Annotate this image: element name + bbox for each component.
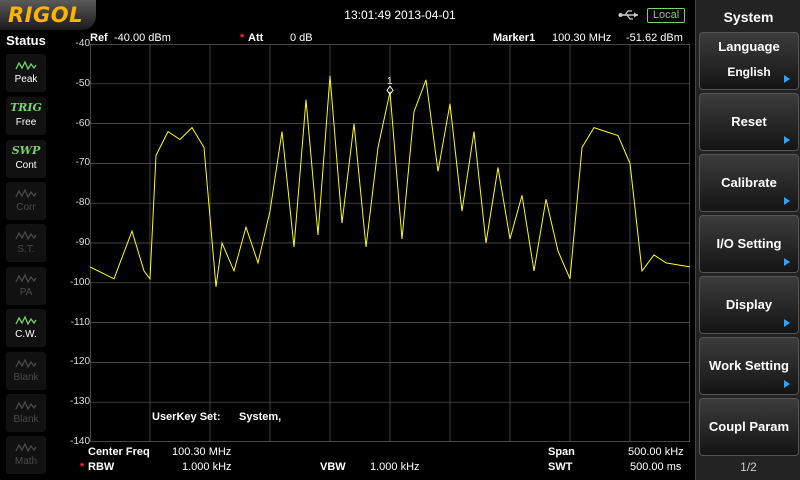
menu-key-label: I/O Setting [716, 236, 782, 251]
math-trace-icon [6, 436, 46, 456]
status-item: SWP Cont [6, 140, 46, 178]
menu-page-indicator[interactable]: 1/2 [696, 460, 800, 474]
datetime-display: 13:01:49 2013-04-01 [344, 8, 456, 22]
att-value[interactable]: 0 dB [290, 32, 313, 44]
sweep-icon: SWP [11, 144, 41, 157]
vbw-value[interactable]: 1.000 kHz [370, 461, 420, 473]
menu-key-coupl-param[interactable]: Coupl Param [699, 398, 799, 456]
swt-value[interactable]: 500.00 ms [630, 461, 681, 473]
y-tick-label: -130 [69, 396, 90, 408]
y-tick-label: -70 [75, 157, 90, 169]
clear-write-icon [6, 309, 46, 329]
blank-trace-icon [6, 352, 46, 372]
menu-key-i-o-setting[interactable]: I/O Setting [699, 215, 799, 273]
submenu-arrow-icon [784, 75, 790, 83]
correction-icon [6, 182, 46, 202]
marker-level: -51.62 dBm [626, 32, 683, 44]
status-item-label: Math [14, 456, 38, 467]
status-item-label: Corr [16, 202, 36, 213]
rbw-value[interactable]: 1.000 kHz [182, 461, 232, 473]
submenu-arrow-icon [784, 258, 790, 266]
menu-key-reset[interactable]: Reset [699, 93, 799, 151]
y-tick-label: -60 [75, 117, 90, 129]
status-item: Blank [6, 394, 46, 432]
display-footer: Center Freq 100.30 MHz Span 500.00 kHz *… [80, 444, 693, 478]
y-tick-label: -90 [75, 237, 90, 248]
status-item-label: Blank [13, 372, 39, 383]
rbw-coupled-marker: * [80, 461, 85, 473]
y-tick-label: -120 [69, 356, 90, 368]
marker-label: Marker1 [493, 32, 536, 44]
status-item: C.W. [6, 309, 46, 347]
trigger-icon: TRIG [10, 101, 42, 114]
userkey-label: UserKey Set: [152, 411, 220, 423]
userkey-value: System, [239, 411, 281, 423]
submenu-arrow-icon [784, 380, 790, 388]
status-panel: Status Peak TRIG Free SWP Cont Corr S.T. PA C.W.… [0, 30, 52, 480]
att-coupled-marker: * [240, 32, 245, 44]
status-item-label: C.W. [15, 329, 37, 340]
y-tick-label: -50 [75, 77, 90, 89]
menu-key-language[interactable]: Language English [699, 32, 799, 90]
ref-level-value[interactable]: -40.00 dBm [114, 32, 171, 44]
top-bar: RIGOL 13:01:49 2013-04-01 Local [0, 0, 800, 30]
spectrum-display: Ref -40.00 dBm * Att 0 dB Marker1 100.30… [52, 30, 695, 480]
marker-number: 1 [387, 76, 393, 87]
status-item: Corr [6, 182, 46, 220]
submenu-arrow-icon [784, 319, 790, 327]
menu-key-label: Work Setting [709, 358, 789, 373]
center-freq-label: Center Freq [88, 446, 150, 458]
submenu-arrow-icon [784, 197, 790, 205]
status-item: TRIG Free [6, 97, 46, 135]
span-label: Span [548, 446, 575, 458]
rigol-logo: RIGOL [0, 0, 96, 30]
usb-icon [618, 10, 638, 20]
graticule-grid [90, 44, 690, 442]
vbw-label: VBW [320, 461, 346, 473]
center-freq-value[interactable]: 100.30 MHz [172, 446, 231, 458]
submenu-arrow-icon [784, 136, 790, 144]
status-item-label: PA [19, 287, 33, 298]
status-item: PA [6, 267, 46, 305]
status-item-label: Free [15, 117, 37, 128]
marker-freq: 100.30 MHz [552, 32, 612, 44]
softkey-menu: System Language English Reset Calibrate I/O … [695, 0, 800, 480]
status-item-label: Peak [14, 74, 38, 85]
y-tick-label: -100 [69, 276, 90, 288]
swt-label: SWT [548, 461, 573, 473]
span-value[interactable]: 500.00 kHz [628, 446, 684, 458]
menu-key-label: Coupl Param [708, 419, 790, 434]
y-tick-label: -140 [69, 436, 90, 447]
status-item: Math [6, 436, 46, 474]
menu-key-label: Display [725, 297, 773, 312]
menu-key-work-setting[interactable]: Work Setting [699, 337, 799, 395]
y-tick-label: -80 [75, 197, 90, 209]
local-remote-badge: Local [647, 8, 685, 23]
menu-key-display[interactable]: Display [699, 276, 799, 334]
y-tick-label: -40 [75, 38, 90, 49]
status-item-label: Cont [15, 160, 37, 171]
menu-title: System [723, 9, 774, 25]
status-item-label: Blank [13, 414, 39, 425]
signal-track-icon [6, 224, 46, 244]
menu-key-label: Language [718, 39, 780, 54]
logo-text: RIGOL [8, 3, 83, 27]
peak-detector-icon [6, 54, 46, 74]
status-item: Blank [6, 352, 46, 390]
ref-level-label: Ref [90, 32, 108, 44]
status-item-label: S.T. [17, 244, 35, 255]
spectrum-plot[interactable]: 1 UserKey Set: System, [90, 44, 690, 442]
menu-key-calibrate[interactable]: Calibrate [699, 154, 799, 212]
preamp-icon [6, 267, 46, 287]
y-tick-label: -110 [70, 316, 90, 328]
rbw-label: RBW [88, 461, 115, 473]
menu-key-label: Calibrate [721, 175, 777, 190]
status-item: Peak [6, 54, 46, 92]
status-item: S.T. [6, 224, 46, 262]
status-title: Status [6, 33, 46, 48]
blank-trace-icon [6, 394, 46, 414]
menu-key-label: Reset [731, 114, 767, 129]
att-label: Att [248, 32, 264, 44]
